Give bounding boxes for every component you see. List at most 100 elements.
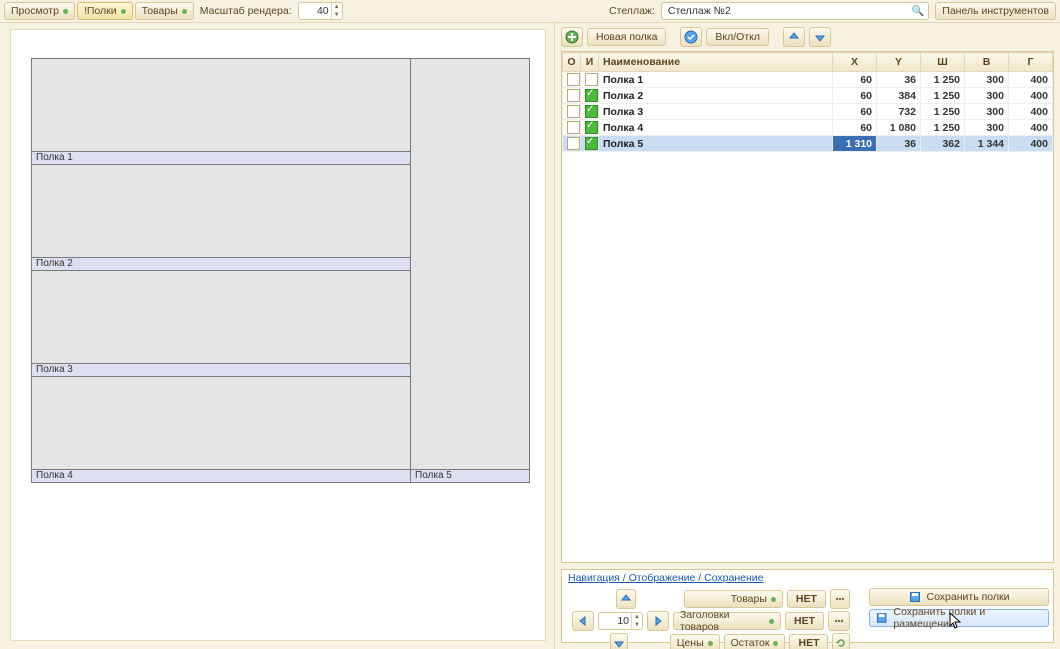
move-up-icon[interactable] (783, 27, 805, 47)
bottom-breadcrumb[interactable]: Навигация / Отображение / Сохранение (562, 570, 1053, 586)
col-h[interactable]: В (965, 53, 1009, 72)
prices-tag[interactable]: Цены (670, 634, 720, 649)
shelf-block-4[interactable]: Полка 4 (31, 376, 411, 483)
new-shelf-label: Новая полка (596, 31, 657, 43)
cell-h: 300 (965, 104, 1009, 120)
spinner-up-icon[interactable]: ▲ (332, 3, 342, 11)
nav-value-input[interactable] (599, 615, 631, 627)
col-name[interactable]: Наименование (599, 53, 833, 72)
cell-name: Полка 5 (599, 136, 833, 152)
shelf-label: Полка 3 (32, 363, 410, 377)
checkbox[interactable] (567, 105, 580, 118)
table-row[interactable]: Полка 4601 0801 250300400 (563, 120, 1053, 136)
nav-down-icon[interactable] (610, 633, 628, 649)
spinner-up-icon[interactable]: ▲ (632, 613, 642, 621)
shelf-label: Полка 5 (411, 469, 529, 483)
col-o[interactable]: О (563, 53, 581, 72)
shelf-label: Полка 2 (32, 257, 410, 271)
save-shelves-placement-label: Сохранить полки и размещение (893, 606, 1042, 630)
col-y[interactable]: Y (877, 53, 921, 72)
checkbox[interactable] (585, 89, 598, 102)
rack-combo[interactable]: 🔍 (661, 2, 929, 20)
stock-val[interactable]: НЕТ (789, 634, 828, 649)
col-w[interactable]: Ш (921, 53, 965, 72)
cell-d: 400 (1009, 136, 1053, 152)
col-i[interactable]: И (581, 53, 599, 72)
products-label: Товары (142, 5, 178, 17)
tools-panel-btn[interactable]: Панель инструментов (935, 2, 1056, 20)
table-row[interactable]: Полка 160361 250300400 (563, 72, 1053, 88)
cell-y: 732 (877, 104, 921, 120)
nav-up-icon[interactable] (616, 589, 636, 609)
status-dot-icon (771, 597, 776, 602)
products-tag[interactable]: Товары (684, 590, 783, 608)
cell-h: 300 (965, 120, 1009, 136)
toggle-icon[interactable] (680, 27, 702, 47)
checkbox[interactable] (585, 73, 598, 86)
move-down-icon[interactable] (809, 27, 831, 47)
col-d[interactable]: Г (1009, 53, 1053, 72)
settings-dots-icon[interactable] (828, 611, 850, 631)
refresh-icon[interactable] (832, 633, 850, 649)
render-scale-spinner[interactable]: ▲ ▼ (298, 2, 343, 20)
products-val[interactable]: НЕТ (787, 590, 826, 608)
cell-d: 400 (1009, 72, 1053, 88)
shelf-block-1[interactable]: Полка 1 (31, 58, 411, 165)
cell-h: 300 (965, 72, 1009, 88)
rack-input[interactable] (666, 4, 912, 18)
shelf-label: Полка 4 (32, 469, 410, 483)
table-row[interactable]: Полка 3607321 250300400 (563, 104, 1053, 120)
checkbox[interactable] (585, 137, 598, 150)
save-shelves-btn[interactable]: Сохранить полки (869, 588, 1049, 606)
cell-y: 36 (877, 72, 921, 88)
status-dot-icon (63, 9, 68, 14)
table-row[interactable]: Полка 2603841 250300400 (563, 88, 1053, 104)
status-dot-icon (708, 641, 713, 646)
spinner-down-icon[interactable]: ▼ (332, 11, 342, 19)
checkbox[interactable] (567, 121, 580, 134)
cell-w: 1 250 (921, 72, 965, 88)
col-x[interactable]: X (833, 53, 877, 72)
search-icon[interactable]: 🔍 (912, 6, 924, 17)
products-btn[interactable]: Товары (135, 2, 194, 20)
shelf-label: Полка 1 (32, 151, 410, 165)
shelves-btn[interactable]: !Полки (77, 2, 133, 20)
save-icon (909, 591, 921, 603)
cell-x: 1 310 (833, 136, 877, 152)
preview-btn[interactable]: Просмотр (4, 2, 75, 20)
cell-d: 400 (1009, 88, 1053, 104)
shelf-block-5[interactable]: Полка 5 (410, 58, 530, 483)
nav-spinner[interactable]: ▲ ▼ (598, 612, 643, 630)
checkbox[interactable] (567, 137, 580, 150)
cell-h: 300 (965, 88, 1009, 104)
new-shelf-add-icon[interactable] (561, 27, 583, 47)
shelves-grid[interactable]: О И Наименование X Y Ш В Г Полка 160361 … (561, 51, 1054, 563)
nav-left-icon[interactable] (572, 611, 594, 631)
checkbox[interactable] (567, 73, 580, 86)
save-shelves-label: Сохранить полки (927, 591, 1010, 603)
status-dot-icon (769, 619, 774, 624)
checkbox[interactable] (567, 89, 580, 102)
settings-dots-icon[interactable] (830, 589, 850, 609)
spinner-down-icon[interactable]: ▼ (632, 621, 642, 629)
cell-name: Полка 2 (599, 88, 833, 104)
checkbox[interactable] (585, 105, 598, 118)
cell-name: Полка 4 (599, 120, 833, 136)
checkbox[interactable] (585, 121, 598, 134)
shelf-block-3[interactable]: Полка 3 (31, 270, 411, 377)
shelf-block-2[interactable]: Полка 2 (31, 164, 411, 271)
save-shelves-placement-btn[interactable]: Сохранить полки и размещение (869, 609, 1049, 627)
cell-x: 60 (833, 72, 877, 88)
cell-x: 60 (833, 104, 877, 120)
render-scale-input[interactable] (299, 5, 331, 17)
cell-w: 1 250 (921, 120, 965, 136)
product-headers-val[interactable]: НЕТ (785, 612, 824, 630)
render-scale-label: Масштаб рендера: (196, 5, 296, 17)
product-headers-tag[interactable]: Заголовки товаров (673, 612, 781, 630)
cell-h: 1 344 (965, 136, 1009, 152)
nav-right-icon[interactable] (647, 611, 669, 631)
stock-tag[interactable]: Остаток (724, 634, 786, 649)
new-shelf-btn[interactable]: Новая полка (587, 28, 666, 46)
toggle-btn[interactable]: Вкл/Откл (706, 28, 769, 46)
table-row[interactable]: Полка 51 310363621 344400 (563, 136, 1053, 152)
